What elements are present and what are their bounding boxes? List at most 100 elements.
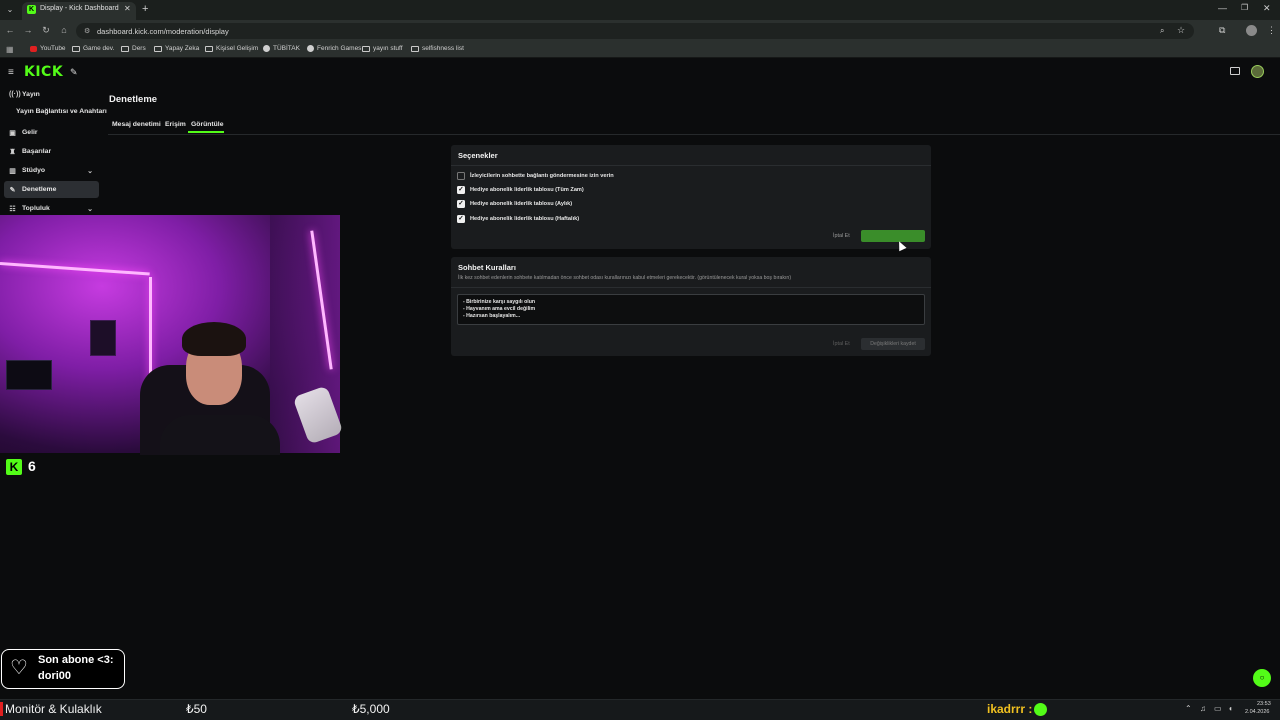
sidebar-item-gelir[interactable]: ▣ Gelir xyxy=(4,124,99,141)
chat-rules-textarea[interactable]: - Birbirinize karşı saygılı olun - Hayva… xyxy=(457,294,925,325)
home-icon[interactable]: ⌂ xyxy=(58,25,70,35)
bookmark-folder[interactable]: Kişisel Gelişim xyxy=(205,45,258,52)
folder-icon xyxy=(72,45,80,52)
microphone-icon[interactable]: ♫ xyxy=(1200,704,1206,713)
tab-divider xyxy=(108,134,1280,135)
youtube-icon xyxy=(30,45,37,52)
tab-mesaj-denetimi[interactable]: Mesaj denetimi xyxy=(112,121,161,128)
bookmark-folder[interactable]: Ders xyxy=(121,45,146,52)
url-bar[interactable] xyxy=(76,23,1194,39)
chevron-down-icon: ⌄ xyxy=(87,205,93,213)
reload-icon[interactable]: ↻ xyxy=(40,25,52,36)
chevron-down-icon: ⌄ xyxy=(87,167,93,175)
tab-erisim[interactable]: Erişim xyxy=(165,121,186,128)
new-tab-icon[interactable]: + xyxy=(142,3,148,15)
tray-chevron-icon[interactable]: ⌃ xyxy=(1185,704,1192,713)
site-info-icon[interactable]: ⚙ xyxy=(84,27,90,35)
cancel-button[interactable]: İptal Et xyxy=(833,341,850,347)
kick-logo[interactable]: KICK xyxy=(24,64,63,80)
user-avatar[interactable] xyxy=(1251,65,1264,78)
network-icon[interactable]: ▭ xyxy=(1214,704,1222,713)
maximize-icon[interactable]: ❐ xyxy=(1241,3,1248,12)
option-label: İzleyicilerin sohbette bağlantı gönderme… xyxy=(470,173,614,179)
options-title: Seçenekler xyxy=(458,151,498,160)
pin-icon[interactable]: ✎ xyxy=(70,67,78,78)
bookmark-star-icon[interactable]: ☆ xyxy=(1177,25,1185,36)
sidebar-item-label: Yayın xyxy=(22,91,40,98)
divider xyxy=(451,287,931,288)
bookmark-folder[interactable]: Game dev. xyxy=(72,45,114,52)
bookmark-fenrich[interactable]: Fenrich Games xyxy=(307,45,361,52)
leaderboard-alltime-checkbox[interactable]: ✓ xyxy=(457,186,465,194)
folder-icon xyxy=(121,45,129,52)
globe-icon xyxy=(307,45,314,52)
browser-menu-icon[interactable]: ⋮ xyxy=(1267,25,1276,36)
folder-icon xyxy=(411,45,419,52)
window-close-icon[interactable]: ✕ xyxy=(1263,3,1271,14)
ticker-goal-target: ₺5,000 xyxy=(352,702,390,716)
links-checkbox[interactable] xyxy=(457,172,465,180)
last-sub-name: dori00 xyxy=(38,670,72,682)
bookmark-tubitak[interactable]: TÜBİTAK xyxy=(263,45,300,52)
zoom-icon[interactable]: ⌕ xyxy=(1160,26,1164,36)
leaderboard-weekly-checkbox[interactable]: ✓ xyxy=(457,215,465,223)
bookmark-youtube[interactable]: YouTube xyxy=(30,45,66,52)
bookmark-folder[interactable]: yayın stuff xyxy=(362,45,403,52)
sidebar-item-denetleme[interactable]: ✎ Denetleme xyxy=(4,181,99,198)
wrench-icon: ✎ xyxy=(9,186,16,194)
hamburger-menu-icon[interactable]: ≡ xyxy=(8,67,14,78)
tab-close-icon[interactable]: ✕ xyxy=(124,4,131,13)
heart-icon: ♡ xyxy=(10,657,28,679)
store-icon[interactable] xyxy=(1230,67,1240,75)
leaderboard-monthly-checkbox[interactable]: ✓ xyxy=(457,200,465,208)
save-button[interactable] xyxy=(861,230,925,242)
profile-avatar[interactable] xyxy=(1246,25,1257,36)
rule-line: - Birbirinize karşı saygılı olun xyxy=(463,299,536,305)
emote-icon xyxy=(1034,703,1047,716)
sidebar-item-yayin[interactable]: ((·)) Yayın xyxy=(4,86,99,103)
divider xyxy=(451,165,931,166)
clock-date[interactable]: 2.04.2026 xyxy=(1245,709,1269,715)
kick-badge-icon: K xyxy=(6,459,22,475)
apps-grid-icon[interactable]: ▦ xyxy=(6,45,14,54)
sidebar-item-label: Başarılar xyxy=(22,148,52,155)
studio-icon: ▥ xyxy=(9,167,16,175)
options-card xyxy=(451,145,931,249)
tab-title: Display - Kick Dashboard xyxy=(40,5,119,12)
tab-list-icon[interactable]: ⌄ xyxy=(4,4,16,16)
save-changes-button[interactable]: Değişiklikleri kaydet xyxy=(861,338,925,350)
folder-icon xyxy=(362,45,370,52)
webcam-monitor xyxy=(6,360,52,390)
bookmark-folder[interactable]: selfishness list xyxy=(411,45,464,52)
sidebar-item-label: Gelir xyxy=(22,129,38,136)
option-label: Hediye abonelik liderlik tablosu (Aylık) xyxy=(470,201,573,207)
option-label: Hediye abonelik liderlik tablosu (Haftal… xyxy=(470,216,580,222)
wallet-icon: ▣ xyxy=(9,129,16,137)
clock-time[interactable]: 23:53 xyxy=(1257,701,1271,707)
minimize-icon[interactable]: — xyxy=(1218,3,1227,13)
extensions-icon[interactable]: ⧉ xyxy=(1219,25,1225,36)
back-icon[interactable]: ← xyxy=(4,25,16,35)
sidebar-item-label: Topluluk xyxy=(22,205,50,212)
sidebar-item-label: Denetleme xyxy=(22,186,57,193)
ticker-goal-label: Monitör & Kulaklık xyxy=(5,702,102,716)
option-label: Hediye abonelik liderlik tablosu (Tüm Za… xyxy=(470,187,584,193)
cancel-button[interactable]: İptal Et xyxy=(833,233,850,239)
sidebar-item-studyo[interactable]: ▥ Stüdyo ⌄ xyxy=(4,162,99,179)
rule-line: - Hayvanım ama evcil değilim xyxy=(463,306,536,312)
last-sub-title: Son abone <3: xyxy=(38,654,114,666)
folder-icon xyxy=(154,45,162,52)
sidebar-subitem-stream-key[interactable]: Yayın Bağlantısı ve Anahtarı xyxy=(16,108,107,115)
trophy-icon: ♜ xyxy=(9,148,16,156)
tab-goruntule[interactable]: Görüntüle xyxy=(191,121,223,128)
community-icon: ☷ xyxy=(9,205,16,213)
url-text[interactable]: dashboard.kick.com/moderation/display xyxy=(97,27,229,36)
bookmark-folder[interactable]: Yapay Zeka xyxy=(154,45,199,52)
active-tab-indicator xyxy=(188,131,224,133)
chat-bubble-icon[interactable]: ○ xyxy=(1253,669,1271,687)
forward-icon[interactable]: → xyxy=(22,25,34,35)
app-header xyxy=(0,60,1280,86)
sidebar-item-label: Stüdyo xyxy=(22,167,46,174)
sidebar-item-basarilar[interactable]: ♜ Başarılar xyxy=(4,143,99,160)
volume-icon[interactable]: ◖ xyxy=(1228,704,1233,713)
